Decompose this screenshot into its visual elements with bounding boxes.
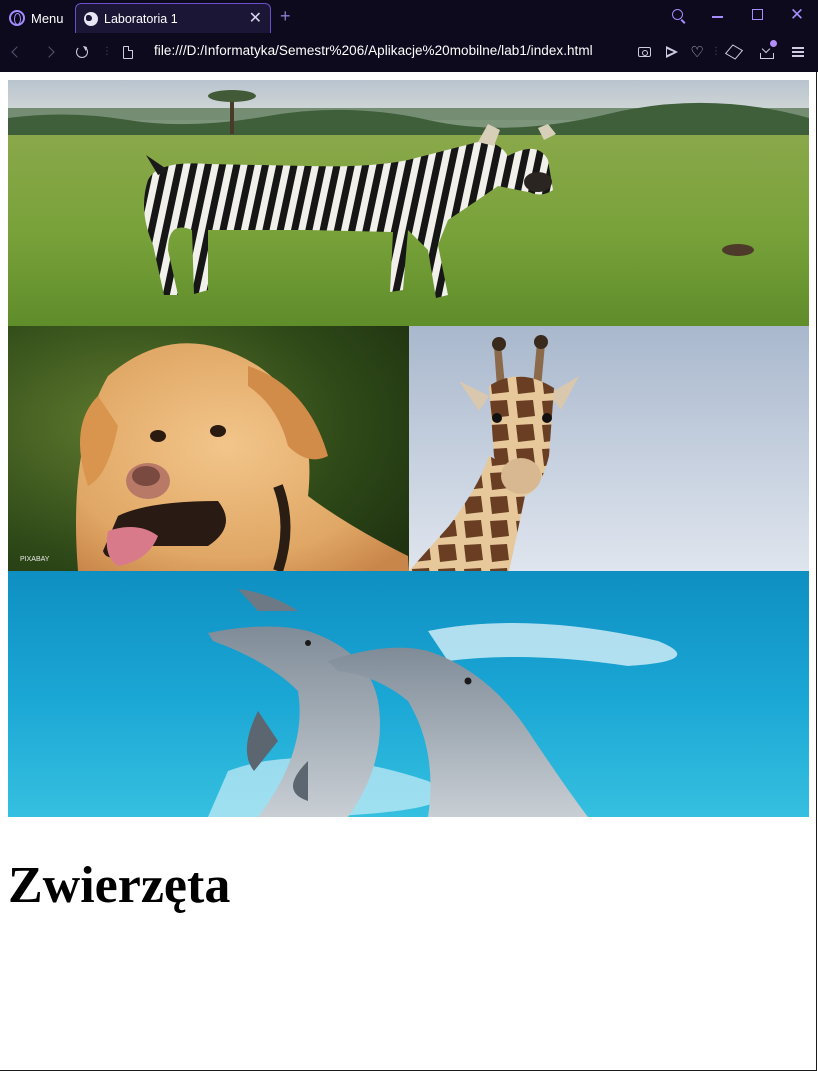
settings-sliders-icon [792,47,804,57]
search-icon [671,8,683,20]
address-bar[interactable]: file:///D:/Informatyka/Semestr%206/Aplik… [154,43,593,58]
close-icon: ✕ [789,4,805,24]
address-toolbar: ⋮ file:///D:/Informatyka/Semestr%206/Apl… [0,33,818,72]
close-window-button[interactable]: ✕ [777,0,817,28]
maximize-icon [751,8,763,20]
bookmark-button[interactable]: ♡ [686,41,708,63]
reload-button[interactable] [71,41,93,63]
minimize-icon [711,16,723,18]
page-viewport: PIXABAY Zwierzęta [0,72,817,1071]
snapshot-button[interactable] [633,41,655,63]
extensions-button[interactable] [723,41,745,63]
opera-menu-button[interactable]: Menu [0,3,72,33]
maximize-button[interactable] [737,0,777,28]
dog-watermark: PIXABAY [20,556,50,563]
new-tab-button[interactable]: + [280,5,291,27]
heart-icon: ♡ [690,44,704,61]
dog-image: PIXABAY [8,326,409,571]
cube-icon [724,44,744,60]
giraffe-image [409,326,809,571]
tab-close-icon[interactable]: ✕ [249,10,262,27]
zebra-image [8,80,809,326]
easy-setup-button[interactable] [787,41,809,63]
tab-laboratoria[interactable]: Laboratoria 1 ✕ [75,3,271,33]
toolbar-divider: ⋮ [711,46,721,57]
download-badge [770,40,777,47]
page-heading: Zwierzęta [8,857,231,914]
forward-arrow-icon [43,46,55,58]
send-icon [666,46,678,58]
toolbar-divider: ⋮ [102,46,112,57]
menu-label: Menu [31,10,64,26]
document-icon [123,45,133,59]
reload-icon [76,46,88,58]
camera-icon [637,47,651,57]
tab-title: Laboratoria 1 [104,11,178,26]
forward-button[interactable] [38,41,60,63]
back-arrow-icon [11,46,23,58]
tab-bar: Menu Laboratoria 1 ✕ + ✕ [0,0,818,33]
search-tabs-button[interactable] [657,0,697,28]
download-icon [760,46,774,59]
send-to-flow-button[interactable] [661,41,683,63]
minimize-button[interactable] [697,0,737,28]
opera-logo-icon [9,10,25,26]
back-button[interactable] [6,41,28,63]
page-info-button[interactable] [117,41,139,63]
globe-icon [84,11,98,26]
dolphins-image [8,571,809,817]
